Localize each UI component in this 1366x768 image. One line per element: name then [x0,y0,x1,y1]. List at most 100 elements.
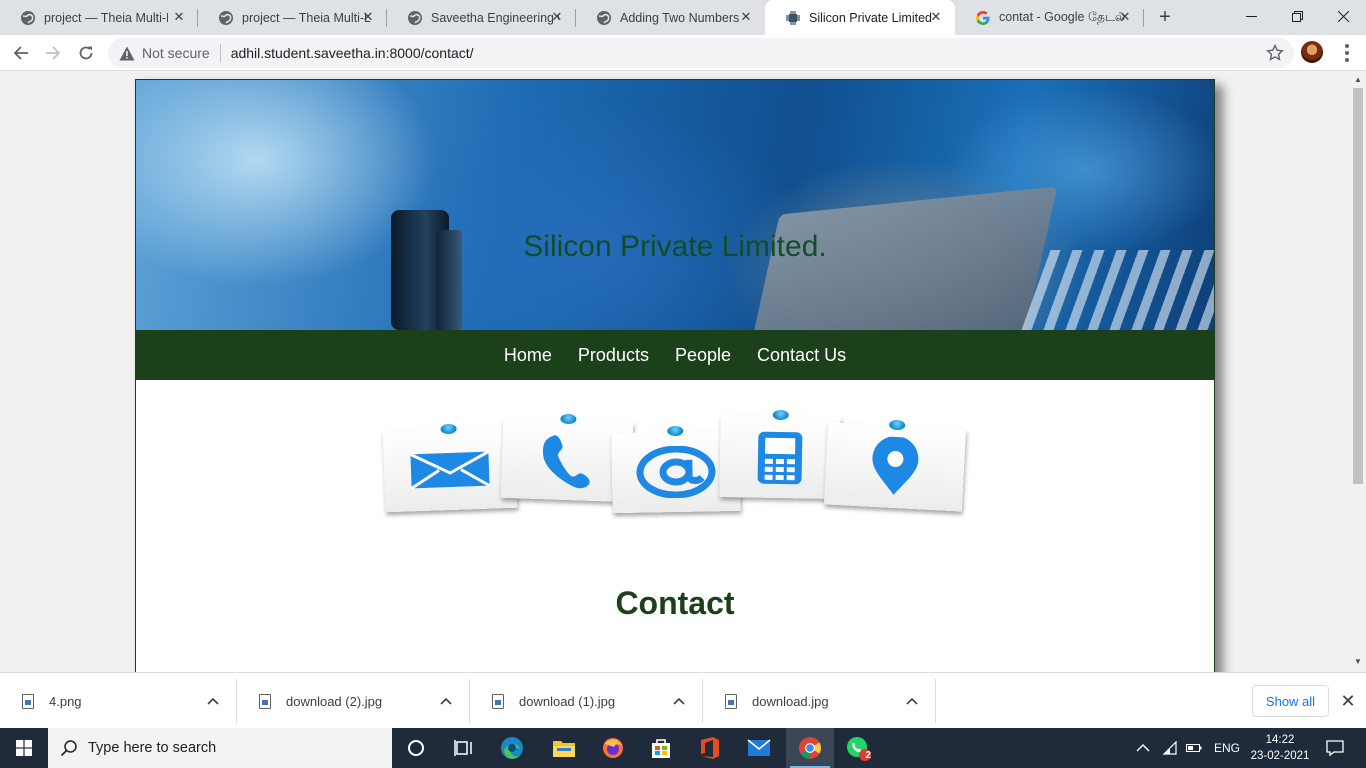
chevron-up-icon [673,697,685,705]
new-tab-button[interactable]: + [1154,6,1176,28]
taskbar-clock[interactable]: 14:22 23-02-2021 [1248,732,1312,764]
scroll-up-icon[interactable]: ▲ [1354,76,1362,84]
profile-avatar[interactable] [1301,41,1323,63]
image-file-icon [492,693,504,709]
tab-title: Saveetha Engineering College [431,10,559,25]
download-item[interactable]: 4.png [0,673,237,729]
close-tab-icon[interactable]: ✕ [929,10,943,24]
page-scrollbar[interactable]: ▲ ▼ [1350,72,1366,672]
browser-tab[interactable]: project — Theia Multi-Language Workspace… [198,0,387,35]
reload-button[interactable] [73,40,99,66]
close-shelf-icon[interactable]: ✕ [1338,691,1358,711]
browser-toolbar: Not secure adhil.student.saveetha.in:800… [0,35,1366,71]
google-icon [975,10,991,26]
scroll-down-icon[interactable]: ▼ [1354,658,1362,666]
forward-arrow-icon [46,46,61,60]
browser-tab-strip: project — Theia Multi-Language Workspace… [0,0,1366,35]
download-item[interactable]: download.jpg [703,673,936,729]
close-tab-icon[interactable]: ✕ [172,10,186,24]
windows-logo-icon [16,740,32,756]
globe-icon [407,10,423,26]
close-tab-icon[interactable]: ✕ [739,10,753,24]
search-icon [60,740,77,757]
download-filename: download (2).jpg [286,693,383,709]
location-pin-icon [823,419,967,512]
download-shelf: 4.png download (2).jpg download (1).jpg … [0,672,1366,728]
page-heading: Contact [615,585,735,621]
scroll-thumb[interactable] [1353,88,1363,484]
nav-link-contact-us[interactable]: Contact Us [757,345,846,366]
minimize-icon [1245,15,1257,17]
globe-icon [20,10,36,26]
maximize-button[interactable] [1274,0,1320,32]
close-tab-icon[interactable]: ✕ [361,10,375,24]
chevron-up-icon [906,697,918,705]
browser-tab-active[interactable]: Silicon Private Limited ✕ [765,0,955,35]
tab-title: Silicon Private Limited [809,10,932,25]
taskbar-search-box[interactable]: Type here to search [48,728,392,768]
office-icon[interactable] [686,728,734,768]
windows-start-button[interactable] [0,728,48,768]
bookmark-star-icon[interactable] [1266,43,1284,62]
warning-icon[interactable] [118,44,136,62]
mail-icon[interactable] [735,728,783,768]
security-label[interactable]: Not secure [142,45,210,61]
download-item[interactable]: download (2).jpg [237,673,470,729]
clock-time: 14:22 [1265,734,1295,746]
search-placeholder: Type here to search [88,740,217,756]
browser-tab[interactable]: project — Theia Multi-Language Workspace… [0,0,198,35]
browser-menu-icon[interactable] [1337,41,1357,65]
browser-tab[interactable]: contat - Google தேடல் ✕ [955,0,1144,35]
chevron-up-icon [440,697,452,705]
site-container: Silicon Private Limited. Home Products P… [135,79,1215,672]
battery-icon [1186,744,1202,752]
microsoft-store-icon[interactable] [637,728,685,768]
download-filename: download (1).jpg [519,693,616,709]
hero-banner: Silicon Private Limited. [136,80,1214,330]
forward-button[interactable] [40,40,66,66]
browser-tab[interactable]: Saveetha Engineering College ✕ [387,0,576,35]
image-file-icon [259,693,271,709]
site-navbar: Home Products People Contact Us [136,330,1214,380]
contact-icons-image [382,409,969,515]
firefox-icon[interactable] [589,728,637,768]
show-all-downloads-button[interactable]: Show all [1252,685,1329,717]
notification-center-icon[interactable] [1320,728,1350,768]
reload-icon [79,46,93,60]
tab-title: contat - Google தேடல் [999,9,1126,24]
close-tab-icon[interactable]: ✕ [550,10,564,24]
tab-title: project — Theia Multi-Language Workspace [242,10,370,25]
language-indicator[interactable]: ENG [1214,741,1240,755]
system-tray: ENG [1136,728,1240,768]
whatsapp-icon[interactable]: 2 [834,728,882,768]
file-explorer-icon[interactable] [540,728,588,768]
back-arrow-icon [13,46,28,60]
back-button[interactable] [8,40,34,66]
chip-icon [785,10,801,26]
nav-link-home[interactable]: Home [504,345,552,366]
close-tab-icon[interactable]: ✕ [1118,10,1132,24]
globe-icon [218,10,234,26]
edge-browser-icon[interactable] [488,728,536,768]
download-filename: 4.png [49,693,82,709]
nav-link-products[interactable]: Products [578,345,649,366]
page-viewport: Silicon Private Limited. Home Products P… [0,72,1350,672]
chevron-up-icon [207,697,219,705]
restore-icon [1291,10,1303,22]
nav-link-people[interactable]: People [675,345,731,366]
close-window-button[interactable] [1320,0,1366,32]
address-bar[interactable]: Not secure adhil.student.saveetha.in:800… [108,38,1294,68]
tab-title: project — Theia Multi-Language Workspace [44,10,168,25]
envelope-icon [382,423,518,513]
url-text[interactable]: adhil.student.saveetha.in:8000/contact/ [231,45,474,61]
chrome-icon[interactable] [786,728,834,768]
image-file-icon [22,693,34,709]
minimize-button[interactable] [1228,0,1274,32]
download-item[interactable]: download (1).jpg [470,673,703,729]
task-view-icon[interactable] [440,728,488,768]
browser-tab[interactable]: Adding Two Numbers ✕ [576,0,765,35]
cortana-icon[interactable] [392,728,440,768]
close-icon [1337,10,1349,22]
image-file-icon [725,693,737,709]
clock-date: 23-02-2021 [1250,750,1310,762]
